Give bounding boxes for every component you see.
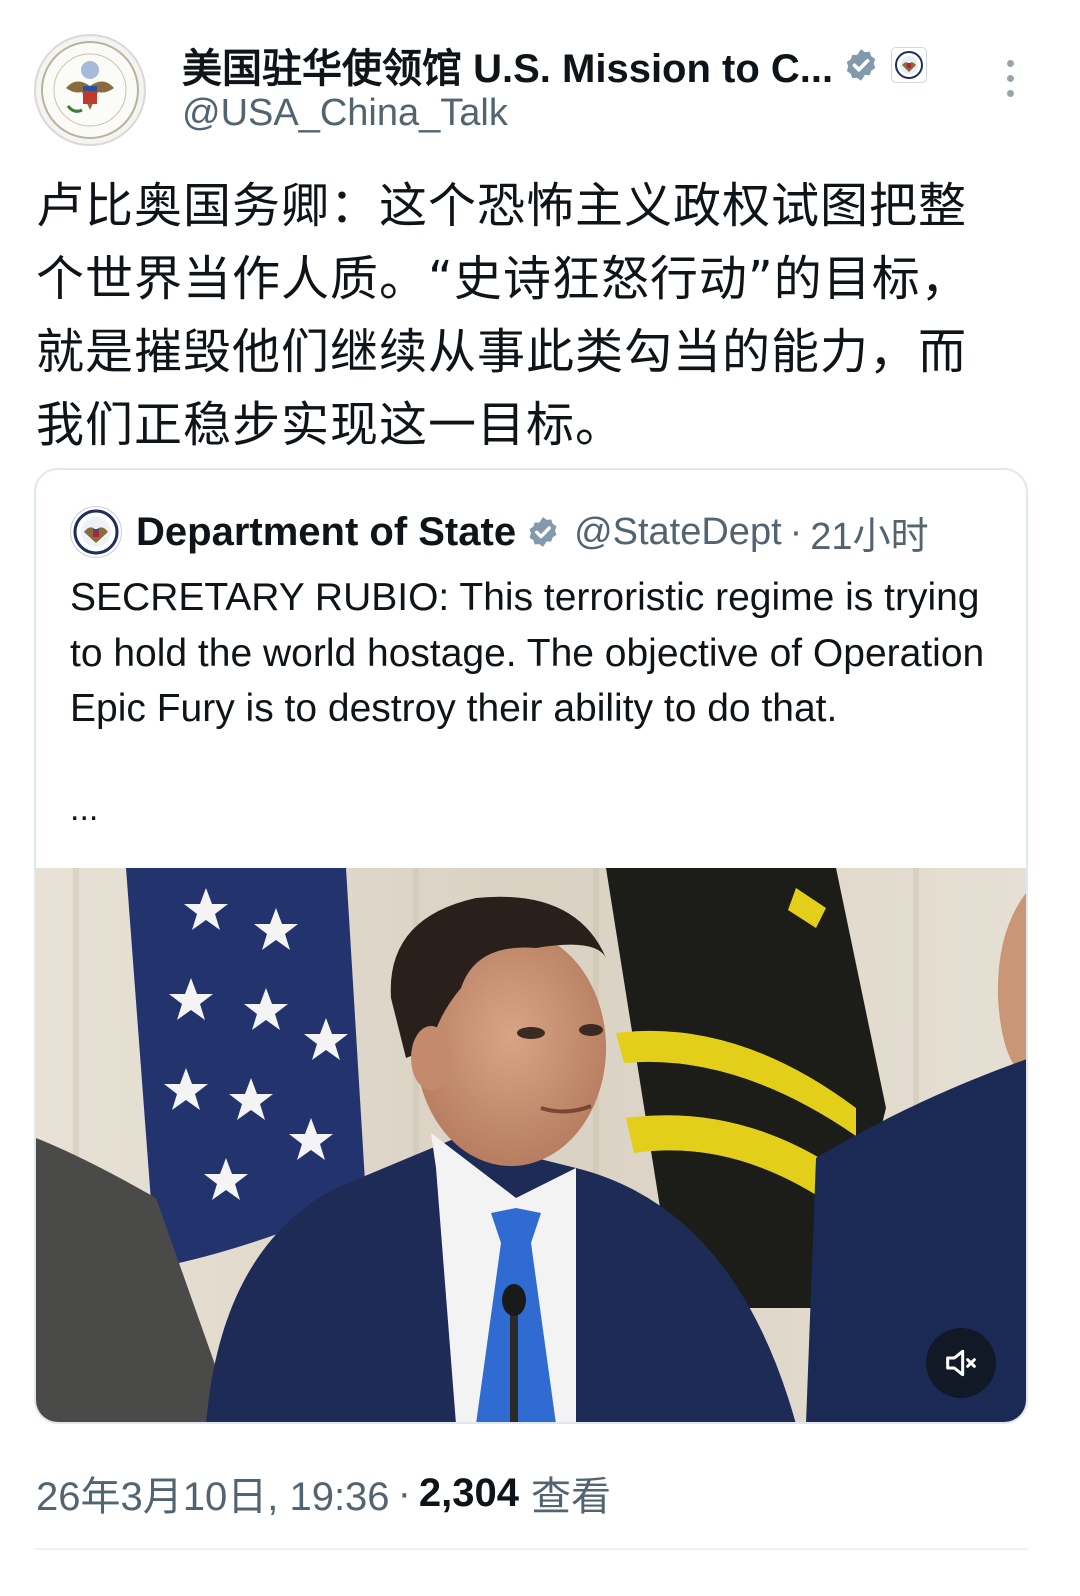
quoted-timestamp[interactable]: 21小时	[810, 505, 928, 560]
separator-dot: ·	[789, 510, 803, 553]
more-vertical-icon[interactable]	[1000, 56, 1020, 106]
author-display-name[interactable]: 美国驻华使领馆 U.S. Mission to C...	[182, 36, 833, 94]
author-handle[interactable]: @USA_China_Talk	[182, 92, 508, 135]
verified-badge-icon	[529, 517, 557, 547]
quoted-text-ellipsis: ...	[70, 790, 99, 828]
views-label: 查看	[531, 1475, 611, 1519]
quoted-tweet-card[interactable]: Department of State @StateDept · 21小时 SE…	[34, 468, 1028, 1424]
tweet-datetime[interactable]: 26年3月10日, 19:36	[36, 1464, 390, 1522]
quoted-tweet-header: Department of State @StateDept · 21小时	[70, 504, 929, 560]
quoted-author-avatar[interactable]	[70, 506, 122, 558]
divider	[34, 1548, 1028, 1550]
volume-muted-icon[interactable]	[926, 1328, 996, 1398]
speaker-muted-glyph	[946, 1349, 976, 1377]
state-seal-icon	[41, 41, 139, 139]
tweet-header: 美国驻华使领馆 U.S. Mission to C... @USA_China_…	[0, 0, 1080, 160]
views-count: 2,304	[418, 1470, 519, 1515]
tweet-text-line: 我们正稳步实现这一目标。	[36, 397, 625, 453]
verified-badge-icon	[846, 49, 876, 81]
tweet-meta: 26年3月10日, 19:36 · 2,304 查看	[36, 1464, 611, 1522]
affiliation-seal-badge[interactable]	[891, 47, 928, 83]
quoted-display-name[interactable]: Department of State	[136, 510, 516, 555]
quoted-tweet-text: SECRETARY RUBIO: This terroristic regime…	[70, 576, 985, 730]
video-player[interactable]	[36, 868, 1026, 1422]
state-seal-icon	[895, 51, 924, 79]
author-name-row[interactable]: 美国驻华使领馆 U.S. Mission to C...	[182, 40, 928, 91]
author-avatar[interactable]	[34, 34, 146, 146]
tweet-text: 卢比奥国务卿：这个恐怖主义政权试图把整 个世界当作人质。“史诗狂怒行动”的目标，…	[36, 170, 1036, 462]
state-seal-icon	[72, 508, 120, 556]
separator-dot: ·	[397, 1470, 411, 1515]
tweet-text-line: 卢比奥国务卿：这个恐怖主义政权试图把整	[36, 178, 968, 234]
quoted-handle[interactable]: @StateDept	[574, 511, 782, 554]
tweet-text-line: 个世界当作人质。“史诗狂怒行动”的目标，	[36, 251, 970, 307]
video-frame	[36, 868, 1026, 1422]
tweet-text-line: 就是摧毁他们继续从事此类勾当的能力，而	[36, 324, 968, 380]
